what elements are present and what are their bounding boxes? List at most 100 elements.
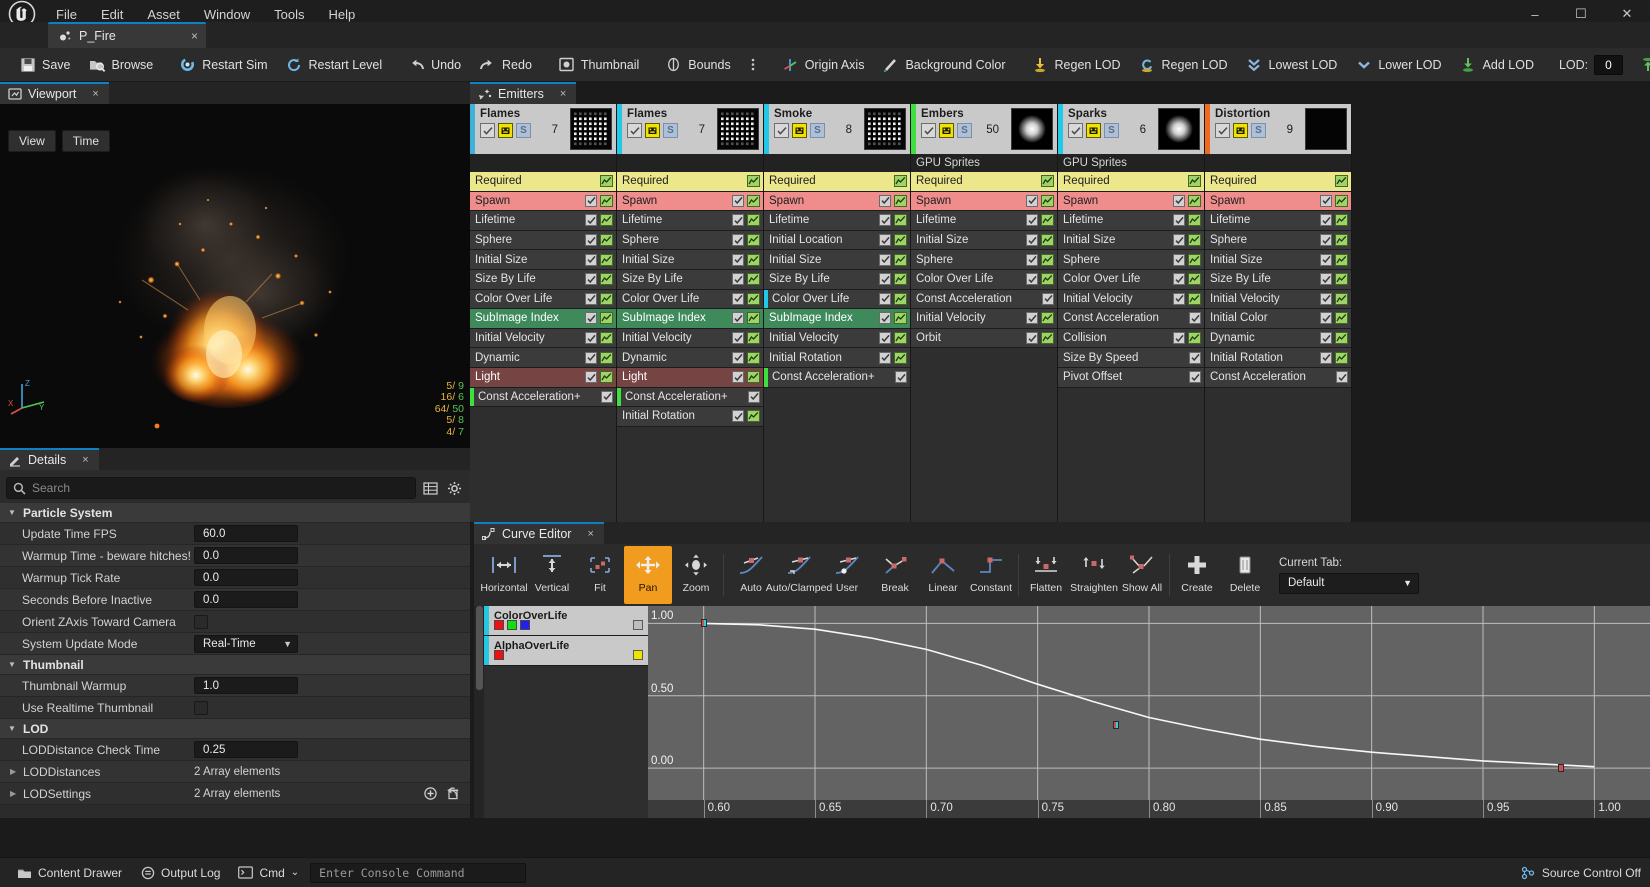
module-curve-toggle[interactable] xyxy=(1188,195,1201,207)
emitter-solo-toggle[interactable]: S xyxy=(1104,123,1119,138)
emitter-header[interactable]: Distortion S 9 xyxy=(1205,104,1351,154)
lowest-lod-button[interactable]: Lowest LOD xyxy=(1237,48,1347,82)
current-tab-dropdown[interactable]: Default ▼ xyxy=(1279,573,1419,594)
module-enable-checkbox[interactable] xyxy=(585,273,597,285)
emitter-module-row[interactable]: Const Acceleration+ xyxy=(470,388,616,408)
emitter-module-row[interactable]: Size By Life xyxy=(1205,270,1351,290)
viewport-time-button[interactable]: Time xyxy=(62,130,110,152)
emitter-module-row[interactable]: Collision xyxy=(1058,329,1204,349)
emitter-render-toggle-icon[interactable] xyxy=(1086,123,1101,138)
emitter-thumbnail[interactable] xyxy=(864,108,906,150)
module-curve-toggle[interactable] xyxy=(600,332,613,344)
curve-key-point[interactable] xyxy=(1113,721,1119,729)
module-curve-toggle[interactable] xyxy=(747,371,760,383)
redo-button[interactable]: Redo xyxy=(470,48,541,82)
emitter-module-row[interactable]: Size By Life xyxy=(764,270,910,290)
details-search-box[interactable] xyxy=(6,477,416,499)
module-curve-toggle[interactable] xyxy=(1335,273,1348,285)
emitter-module-row[interactable]: Color Over Life xyxy=(764,290,910,310)
module-curve-toggle[interactable] xyxy=(747,195,760,207)
emitter-enable-checkbox[interactable] xyxy=(774,123,789,138)
module-curve-toggle[interactable] xyxy=(1335,214,1348,226)
curve-channel-swatch[interactable] xyxy=(494,620,504,630)
close-icon[interactable]: × xyxy=(560,88,566,100)
lower-lod-button[interactable]: Lower LOD xyxy=(1346,48,1450,82)
module-curve-toggle[interactable] xyxy=(600,254,613,266)
module-curve-toggle[interactable] xyxy=(747,175,760,187)
module-curve-toggle[interactable] xyxy=(894,293,907,305)
emitter-module-row[interactable]: Initial Size xyxy=(470,250,616,270)
module-enable-checkbox[interactable] xyxy=(1320,195,1332,207)
curve-channel-swatch[interactable] xyxy=(494,650,504,660)
curve-tool-flatten[interactable]: Flatten xyxy=(1022,546,1070,604)
emitter-column[interactable]: Smoke S 8 Required Spawn Lifetime xyxy=(764,104,911,522)
emitter-module-row[interactable]: Lifetime xyxy=(1058,211,1204,231)
module-curve-toggle[interactable] xyxy=(1335,332,1348,344)
module-enable-checkbox[interactable] xyxy=(1026,254,1038,266)
emitter-render-toggle-icon[interactable] xyxy=(498,123,513,138)
module-curve-toggle[interactable] xyxy=(894,332,907,344)
module-enable-checkbox[interactable] xyxy=(1042,293,1054,305)
module-enable-checkbox[interactable] xyxy=(585,234,597,246)
emitter-module-row[interactable]: Lifetime xyxy=(1205,211,1351,231)
module-curve-toggle[interactable] xyxy=(1188,332,1201,344)
emitter-module-row[interactable]: Color Over Life xyxy=(617,290,763,310)
emitter-module-row[interactable]: Spawn xyxy=(470,192,616,212)
module-curve-toggle[interactable] xyxy=(1041,214,1054,226)
module-curve-toggle[interactable] xyxy=(600,312,613,324)
emitter-enable-checkbox[interactable] xyxy=(480,123,495,138)
module-enable-checkbox[interactable] xyxy=(879,214,891,226)
module-curve-toggle[interactable] xyxy=(1041,234,1054,246)
module-enable-checkbox[interactable] xyxy=(1320,234,1332,246)
emitter-module-row[interactable]: Light xyxy=(617,368,763,388)
module-enable-checkbox[interactable] xyxy=(732,293,744,305)
curve-tool-break[interactable]: Break xyxy=(871,546,919,604)
close-icon[interactable]: × xyxy=(92,88,98,100)
emitter-module-row[interactable]: Spawn xyxy=(1058,192,1204,212)
restart-sim-button[interactable]: Restart Sim xyxy=(170,48,276,82)
emitter-solo-toggle[interactable]: S xyxy=(663,123,678,138)
emitter-header[interactable]: Flames S 7 xyxy=(617,104,763,154)
emitter-module-row[interactable]: Initial Velocity xyxy=(764,329,910,349)
module-enable-checkbox[interactable] xyxy=(732,410,744,422)
emitter-module-row[interactable]: Initial Rotation xyxy=(617,407,763,427)
module-curve-toggle[interactable] xyxy=(747,332,760,344)
regen-lod-button[interactable]: Regen LOD xyxy=(1023,48,1130,82)
emitter-module-row[interactable]: Pivot Offset xyxy=(1058,368,1204,388)
curve-key-point[interactable] xyxy=(701,619,707,627)
module-curve-toggle[interactable] xyxy=(1335,352,1348,364)
curve-key-point[interactable] xyxy=(1558,764,1564,772)
number-field[interactable]: 0.0 xyxy=(194,591,298,608)
emitter-module-row[interactable]: SubImage Index xyxy=(617,309,763,329)
emitter-module-row[interactable]: Sphere xyxy=(470,231,616,251)
module-curve-toggle[interactable] xyxy=(1188,293,1201,305)
module-curve-toggle[interactable] xyxy=(1041,332,1054,344)
module-enable-checkbox[interactable] xyxy=(585,371,597,383)
module-enable-checkbox[interactable] xyxy=(1320,312,1332,324)
dropdown[interactable]: Real-Time▼ xyxy=(194,635,298,653)
module-enable-checkbox[interactable] xyxy=(879,234,891,246)
emitter-enable-checkbox[interactable] xyxy=(1215,123,1230,138)
tab-viewport[interactable]: Viewport × xyxy=(0,82,109,104)
emitter-module-row[interactable]: Color Over Life xyxy=(911,270,1057,290)
emitter-module-row[interactable]: Required xyxy=(911,172,1057,192)
emitter-module-row[interactable]: Required xyxy=(1205,172,1351,192)
emitter-module-row[interactable]: Const Acceleration xyxy=(911,290,1057,310)
emitter-thumbnail[interactable] xyxy=(1305,108,1347,150)
emitter-module-row[interactable]: Dynamic xyxy=(470,348,616,368)
module-enable-checkbox[interactable] xyxy=(879,273,891,285)
module-curve-toggle[interactable] xyxy=(894,273,907,285)
details-category-header[interactable]: ▼ LOD xyxy=(0,719,470,739)
origin-axis-button[interactable]: Origin Axis xyxy=(773,48,874,82)
module-enable-checkbox[interactable] xyxy=(1320,214,1332,226)
module-enable-checkbox[interactable] xyxy=(1026,195,1038,207)
emitter-module-row[interactable]: Const Acceleration xyxy=(1205,368,1351,388)
save-button[interactable]: Save xyxy=(10,48,80,82)
expand-arrow-icon[interactable]: ▶ xyxy=(10,789,20,798)
module-curve-toggle[interactable] xyxy=(1041,273,1054,285)
module-enable-checkbox[interactable] xyxy=(732,195,744,207)
emitters-empty-area[interactable] xyxy=(1352,104,1650,522)
scrollbar-thumb[interactable] xyxy=(476,606,483,690)
module-curve-toggle[interactable] xyxy=(747,352,760,364)
module-curve-toggle[interactable] xyxy=(894,254,907,266)
